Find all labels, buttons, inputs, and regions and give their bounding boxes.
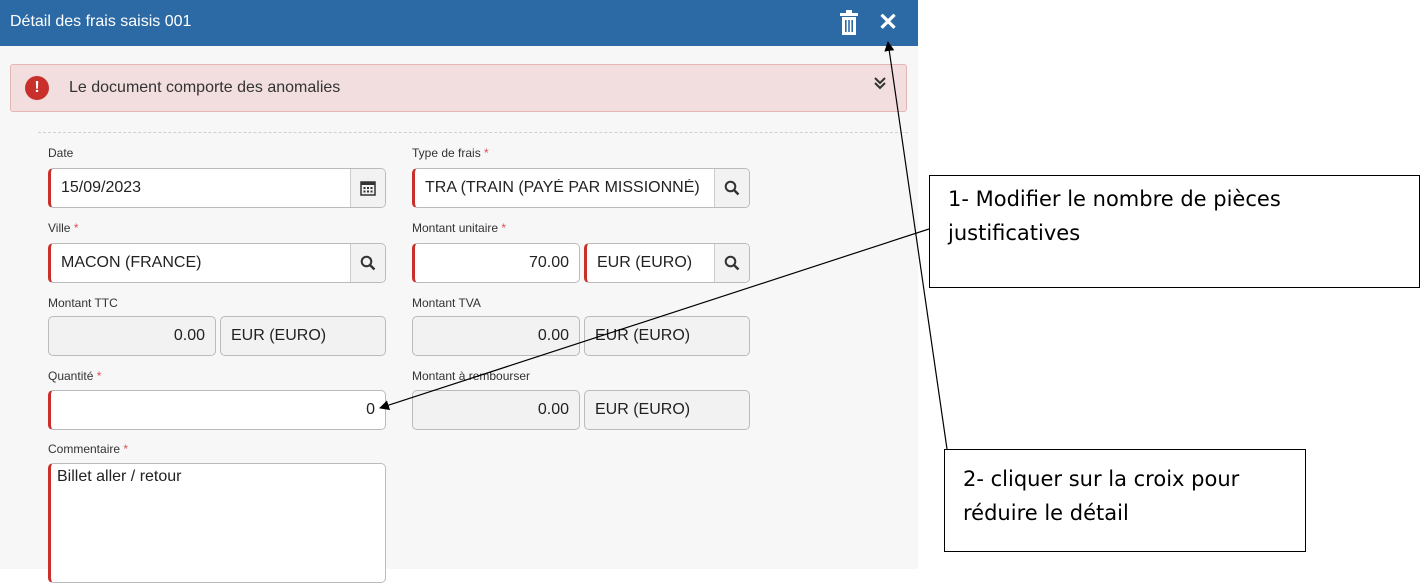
search-icon — [724, 255, 740, 271]
montant-tva-value: 0.00 — [537, 327, 569, 344]
quantite-value: 0 — [366, 401, 375, 418]
montant-ttc-currency-field: EUR (EURO) — [220, 316, 386, 356]
close-icon[interactable]: ✕ — [878, 10, 898, 36]
type-search-button[interactable] — [714, 169, 749, 207]
type-label: Type de frais * — [412, 146, 489, 160]
search-icon — [360, 255, 376, 271]
montant-unitaire-value: 70.00 — [528, 254, 569, 271]
search-icon — [724, 180, 740, 196]
montant-rembourser-value: 0.00 — [537, 401, 569, 418]
title-bar: Détail des frais saisis 001 ✕ — [0, 0, 918, 46]
type-field[interactable]: TRA (TRAIN (PAYÉ PAR MISSIONNÉ) — [412, 168, 750, 208]
commentaire-textarea[interactable]: Billet aller / retour — [48, 463, 386, 583]
montant-unitaire-currency-field[interactable]: EUR (EURO) — [584, 243, 750, 283]
quantite-field[interactable]: 0 — [48, 390, 386, 430]
panel-title: Détail des frais saisis 001 — [10, 13, 192, 30]
currency-search-button[interactable] — [714, 244, 749, 282]
date-field[interactable]: 15/09/2023 — [48, 168, 386, 208]
alert-message: Le document comporte des anomalies — [69, 79, 341, 96]
double-chevron-down-icon[interactable] — [873, 75, 887, 99]
quantite-label: Quantité * — [48, 369, 102, 383]
montant-rembourser-label: Montant à rembourser — [412, 369, 531, 383]
ville-field[interactable]: MACON (FRANCE) — [48, 243, 386, 283]
montant-ttc-label: Montant TTC — [48, 296, 118, 310]
montant-rembourser-currency-field: EUR (EURO) — [584, 390, 750, 430]
commentaire-value: Billet aller / retour — [57, 468, 182, 485]
ville-value: MACON (FRANCE) — [61, 254, 202, 271]
calendar-icon — [360, 181, 376, 196]
montant-rembourser-field: 0.00 — [412, 390, 580, 430]
calendar-button[interactable] — [350, 169, 385, 207]
currency-value: EUR (EURO) — [595, 401, 691, 418]
currency-value: EUR (EURO) — [231, 327, 327, 344]
montant-tva-label: Montant TVA — [412, 296, 481, 310]
ville-search-button[interactable] — [350, 244, 385, 282]
type-value: TRA (TRAIN (PAYÉ PAR MISSIONNÉ) — [425, 179, 700, 196]
callout-modify-quantity: 1- Modifier le nombre de pièces justific… — [929, 175, 1420, 288]
montant-unitaire-field[interactable]: 70.00 — [412, 243, 580, 283]
anomaly-alert: ! Le document comporte des anomalies — [10, 64, 907, 112]
callout-text: 1- Modifier le nombre de pièces justific… — [948, 187, 1281, 245]
alert-exclamation-icon: ! — [25, 76, 49, 100]
montant-ttc-field: 0.00 — [48, 316, 216, 356]
expense-detail-panel: Détail des frais saisis 001 ✕ ! Le docum… — [0, 0, 918, 583]
montant-tva-field: 0.00 — [412, 316, 580, 356]
callout-close-detail: 2- cliquer sur la croix pour réduire le … — [944, 449, 1306, 552]
montant-tva-currency-field: EUR (EURO) — [584, 316, 750, 356]
currency-value: EUR (EURO) — [597, 254, 693, 271]
currency-value: EUR (EURO) — [595, 327, 691, 344]
date-label: Date — [48, 146, 74, 160]
trash-icon[interactable] — [838, 10, 860, 36]
section-divider — [38, 132, 908, 133]
montant-unitaire-label: Montant unitaire * — [412, 221, 507, 235]
commentaire-label: Commentaire * — [48, 442, 129, 456]
date-value: 15/09/2023 — [61, 179, 142, 196]
ville-label: Ville * — [48, 221, 79, 235]
callout-text: 2- cliquer sur la croix pour réduire le … — [963, 467, 1240, 525]
montant-ttc-value: 0.00 — [173, 327, 205, 344]
